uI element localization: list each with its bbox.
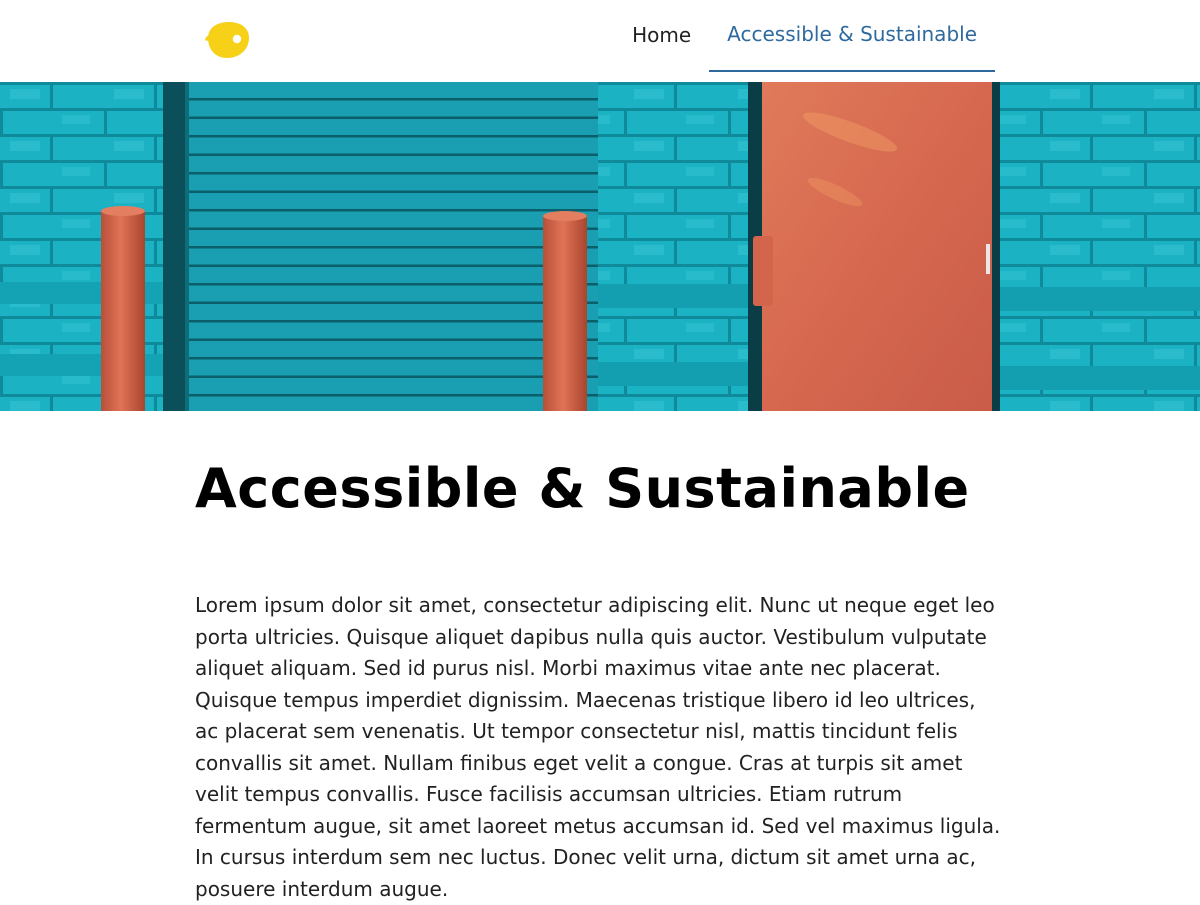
nav-link-accessible-sustainable[interactable]: Accessible & Sustainable: [709, 0, 995, 72]
hero-image: [0, 82, 1200, 411]
nav-link-home[interactable]: Home: [614, 0, 709, 72]
main-content: Accessible & Sustainable Lorem ipsum dol…: [195, 411, 1010, 905]
site-header: Home Accessible & Sustainable: [0, 0, 1200, 82]
body-paragraph: Lorem ipsum dolor sit amet, consectetur …: [195, 593, 1001, 901]
lemon-logo-icon[interactable]: [204, 21, 250, 59]
page-title: Accessible & Sustainable: [195, 457, 970, 520]
main-nav: Home Accessible & Sustainable: [614, 0, 995, 72]
